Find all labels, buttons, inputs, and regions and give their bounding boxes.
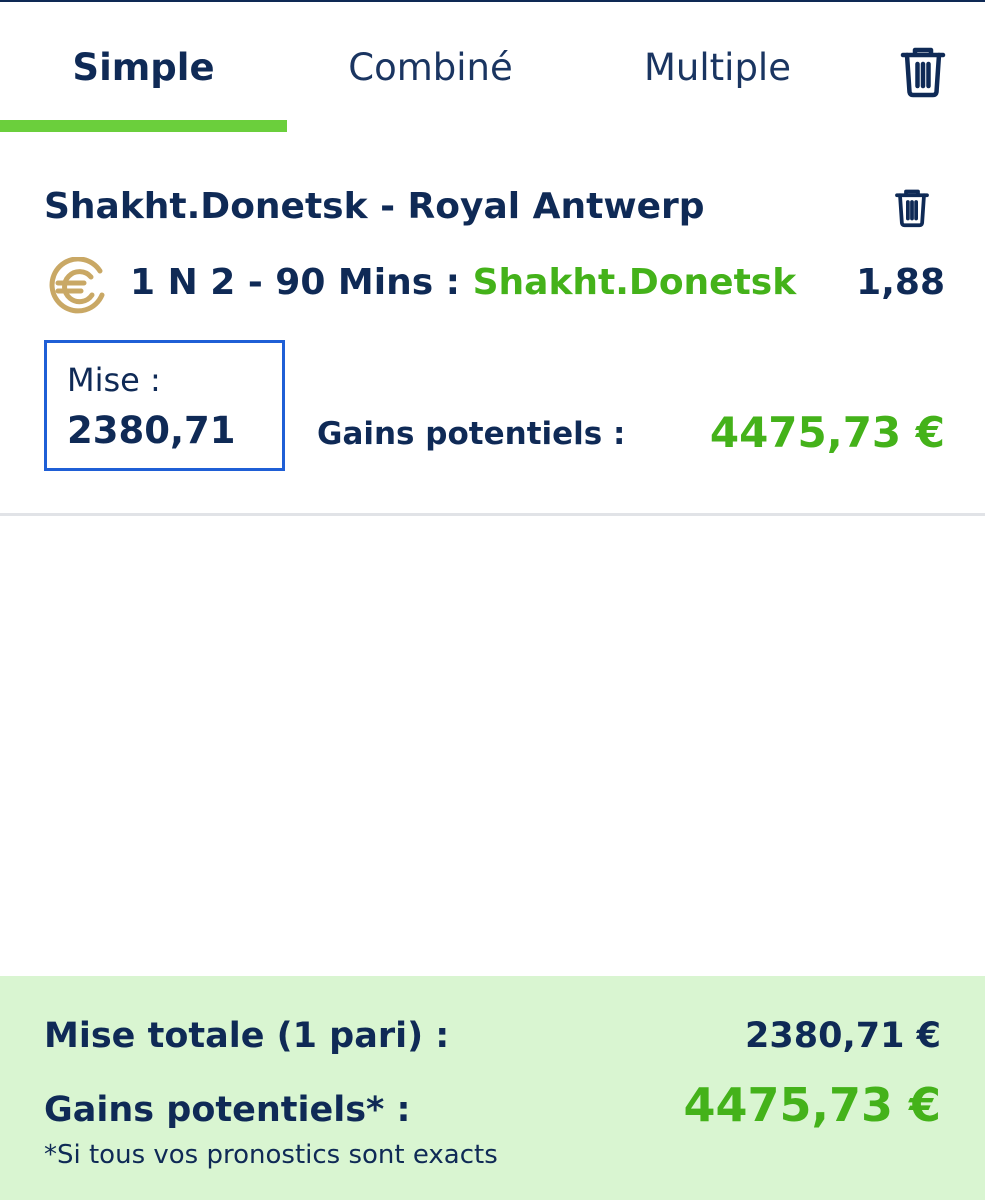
stake-input[interactable]: Mise : 2380,71 [44, 340, 285, 471]
bet-summary: Mise totale (1 pari) : 2380,71 € Gains p… [0, 976, 985, 1200]
total-stake-value: 2380,71 € [745, 1016, 941, 1056]
market-label: 1 N 2 - 90 Mins : [130, 262, 473, 303]
selected-outcome: Shakht.Donetsk [472, 262, 797, 303]
bet-card: Shakht.Donetsk - Royal Antwerp 1 N 2 - 9… [0, 132, 985, 516]
tab-simple[interactable]: Simple [0, 2, 287, 132]
total-stake-label: Mise totale (1 pari) : [44, 1016, 450, 1056]
bet-type-tabs: Simple Combiné Multiple [0, 2, 985, 133]
summary-gains-value: 4475,73 € [683, 1078, 941, 1132]
potential-gains-value: 4475,73 € [709, 408, 945, 457]
stake-value[interactable]: 2380,71 [67, 409, 236, 452]
summary-gains-label: Gains potentiels* : [44, 1090, 411, 1130]
potential-gains-label: Gains potentiels : [317, 416, 626, 452]
clear-all-trash-icon[interactable] [895, 44, 951, 100]
match-title: Shakht.Donetsk - Royal Antwerp [44, 186, 705, 227]
footnote: *Si tous vos pronostics sont exacts [44, 1140, 498, 1170]
odds-value: 1,88 [856, 262, 945, 303]
stake-label: Mise : [67, 361, 161, 399]
tab-combine[interactable]: Combiné [287, 2, 574, 132]
remove-bet-trash-icon[interactable] [891, 187, 933, 229]
euro-coin-icon [44, 256, 110, 317]
bet-selection: 1 N 2 - 90 Mins : Shakht.Donetsk [130, 262, 796, 303]
tab-multiple[interactable]: Multiple [574, 2, 861, 132]
